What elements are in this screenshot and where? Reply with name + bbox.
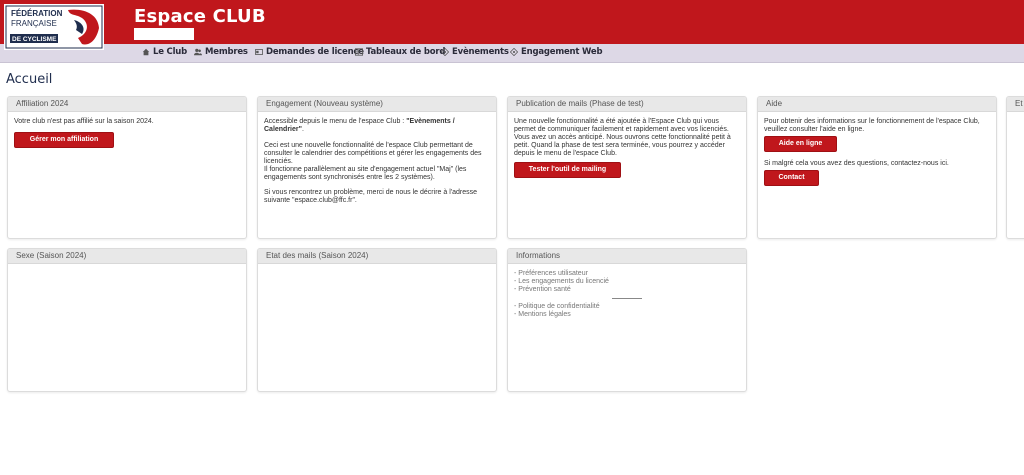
logo-line1: FÉDÉRATION (11, 9, 63, 18)
info-link-prevention[interactable]: - Prévention santé (514, 286, 740, 294)
panel-mailing: Publication de mails (Phase de test) Une… (507, 96, 747, 239)
contact-button[interactable]: Contact (764, 170, 819, 186)
info-link-privacy[interactable]: - Politique de confidentialité (514, 303, 740, 311)
panel-title: Et (1007, 97, 1024, 112)
users-icon (194, 48, 202, 56)
panel-title: Aide (758, 97, 996, 112)
mailing-para1: Une nouvelle fonctionnalité a été ajouté… (514, 118, 729, 133)
nav-tableaux-de-bord[interactable]: Tableaux de bord (355, 47, 445, 57)
online-help-button[interactable]: Aide en ligne (764, 136, 837, 152)
test-mailing-button[interactable]: Tester l'outil de mailing (514, 162, 621, 178)
manage-affiliation-button[interactable]: Gérer mon affiliation (14, 132, 114, 148)
panel-partial: Et (1006, 96, 1024, 239)
table-icon (355, 48, 363, 56)
panel-title: Etat des mails (Saison 2024) (258, 249, 496, 264)
target-icon (441, 48, 449, 56)
aide-para1: Pour obtenir des informations sur le fon… (764, 118, 980, 133)
nav-label: Engagement Web (521, 47, 603, 57)
nav-engagement-web[interactable]: Engagement Web (510, 47, 603, 57)
home-icon (142, 48, 150, 56)
panel-aide: Aide Pour obtenir des informations sur l… (757, 96, 997, 239)
engagement-para3: Il fonctionne parallèlement au site d'en… (264, 166, 467, 181)
page-title: Accueil (6, 72, 53, 87)
user-name-box[interactable] (134, 28, 194, 40)
aide-para2: Si malgré cela vous avez des questions, … (764, 160, 949, 167)
info-link-preferences[interactable]: - Préférences utilisateur (514, 270, 740, 278)
panel-title: Affiliation 2024 (8, 97, 246, 112)
app-title[interactable]: Espace CLUB (134, 6, 266, 27)
intro-text: Accessible depuis le menu de l'espace Cl… (264, 118, 407, 125)
nav-evenements[interactable]: Evènements (441, 47, 509, 57)
nav-label: Demandes de licence (266, 47, 364, 57)
panel-sexe: Sexe (Saison 2024) (7, 248, 247, 392)
ffc-logo[interactable]: FÉDÉRATION FRANÇAISE DE CYCLISME (4, 4, 104, 50)
intro-end: . (301, 126, 304, 133)
panel-title: Engagement (Nouveau système) (258, 97, 496, 112)
info-link-legal[interactable]: - Mentions légales (514, 311, 740, 319)
engagement-intro: Accessible depuis le menu de l'espace Cl… (264, 118, 490, 134)
nav-demandes-licence[interactable]: Demandes de licence (255, 47, 364, 57)
panel-title: Publication de mails (Phase de test) (508, 97, 746, 112)
panel-title: Sexe (Saison 2024) (8, 249, 246, 264)
top-header: Espace CLUB (0, 0, 1024, 44)
panel-etat-mails: Etat des mails (Saison 2024) (257, 248, 497, 392)
card-icon (255, 49, 263, 55)
logo-line3: DE CYCLISME (12, 36, 57, 43)
logo-line2: FRANÇAISE (11, 19, 57, 28)
target-icon (510, 48, 518, 56)
panel-informations: Informations - Préférences utilisateur -… (507, 248, 747, 392)
engagement-para2: Ceci est une nouvelle fonctionnalité de … (264, 142, 482, 165)
nav-label: Tableaux de bord (366, 47, 446, 57)
nav-label: Membres (205, 47, 248, 57)
mailing-para2: Vous avez un accès anticipé. Nous ouvron… (514, 134, 731, 157)
nav-label: Le Club (153, 47, 188, 57)
engagement-para4: Si vous rencontrez un problème, merci de… (264, 189, 477, 204)
nav-label: Evènements (452, 47, 509, 57)
affiliation-text: Votre club n'est pas affilié sur la sais… (14, 118, 154, 125)
nav-le-club[interactable]: Le Club (142, 47, 187, 57)
panel-affiliation: Affiliation 2024 Votre club n'est pas af… (7, 96, 247, 239)
nav-membres[interactable]: Membres (194, 47, 248, 57)
info-link-engagements[interactable]: - Les engagements du licencié (514, 278, 740, 286)
panel-engagement: Engagement (Nouveau système) Accessible … (257, 96, 497, 239)
panel-title: Informations (508, 249, 746, 264)
main-nav: Le Club Membres Demandes de licence Tabl… (0, 44, 1024, 63)
info-divider (612, 298, 642, 299)
